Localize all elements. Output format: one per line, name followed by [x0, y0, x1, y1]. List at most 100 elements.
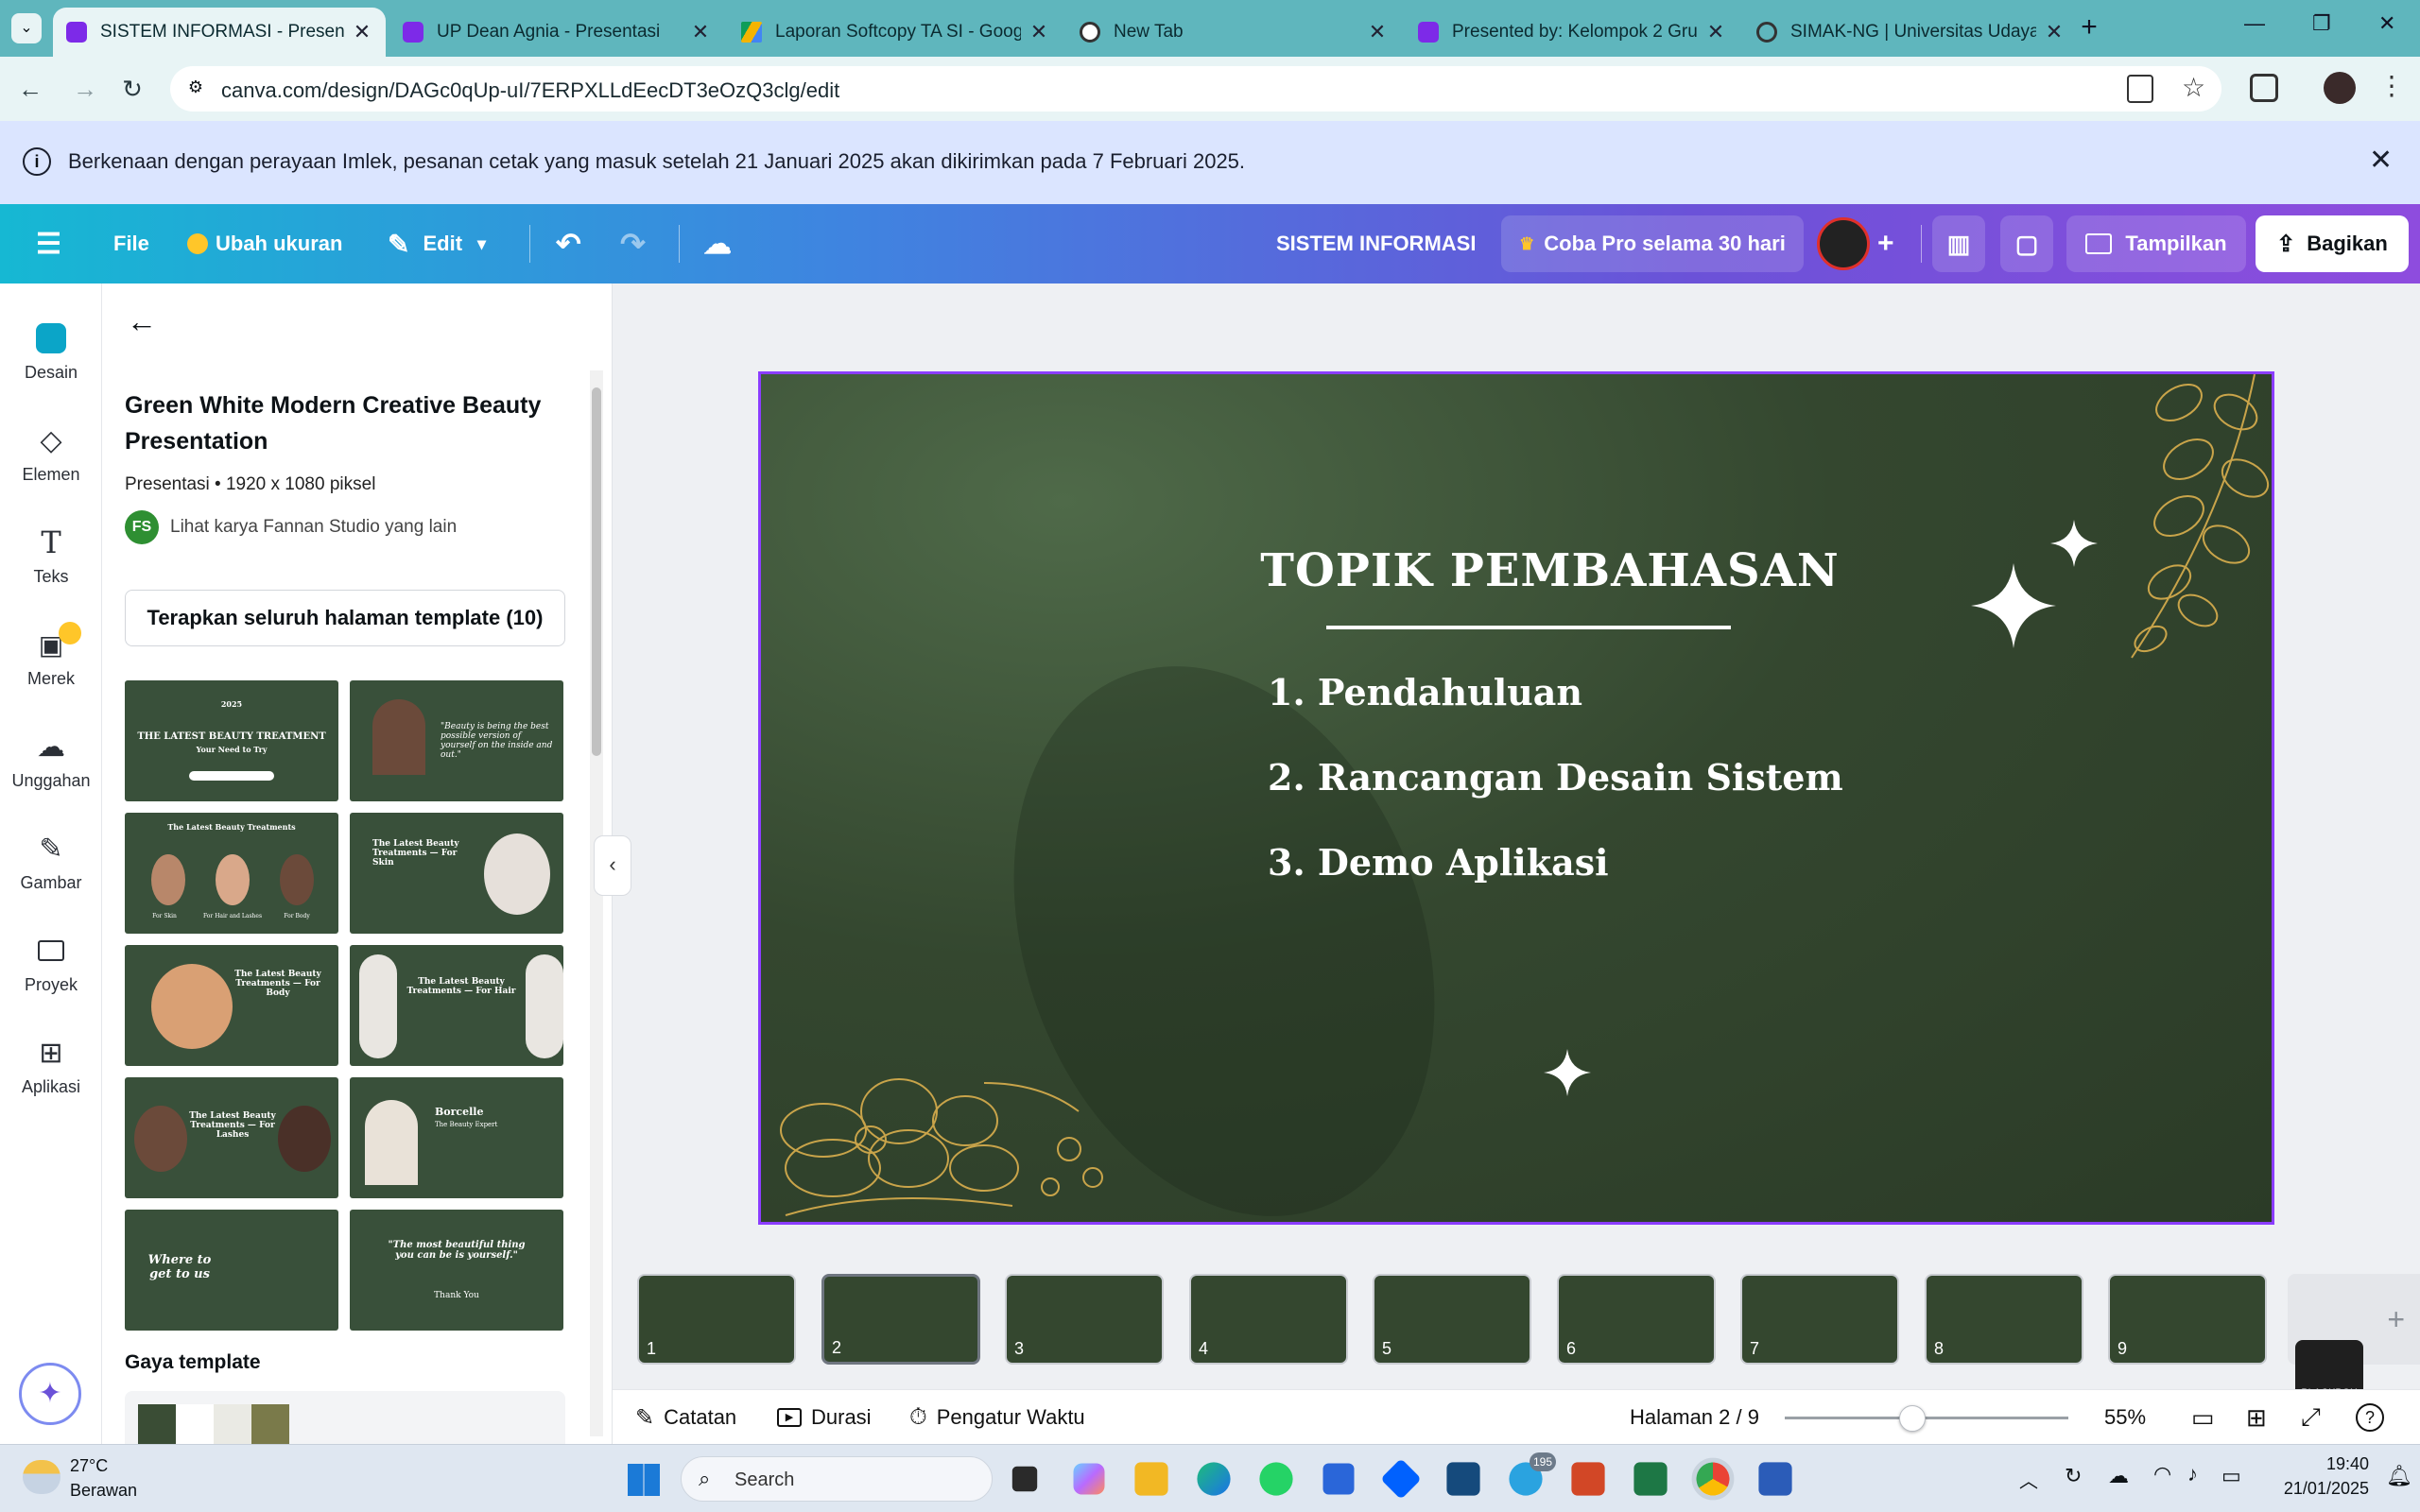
url-text[interactable]: canva.com/design/DAGc0qUp-uI/7ERPXLLdEec… [221, 78, 839, 103]
template-thumb-4[interactable]: The Latest Beauty Treatments — For Skin [350, 813, 563, 934]
panel-scrollbar[interactable] [590, 370, 603, 1436]
close-tab-icon[interactable]: ✕ [690, 20, 711, 44]
template-thumb-10[interactable]: "The most beautiful thing you can be is … [350, 1210, 563, 1331]
whatsapp-icon[interactable] [1259, 1462, 1293, 1496]
rail-draw[interactable]: ✎ Gambar [0, 820, 102, 915]
collapse-panel-button[interactable]: ‹ [594, 835, 631, 896]
zoom-slider-thumb[interactable] [1899, 1405, 1926, 1432]
template-thumb-2[interactable]: "Beauty is being the best possible versi… [350, 680, 563, 801]
template-thumb-3[interactable]: The Latest Beauty Treatments For Skin Fo… [125, 813, 338, 934]
file-menu[interactable]: File [113, 204, 149, 284]
weather-icon[interactable] [23, 1460, 60, 1494]
page-indicator[interactable]: Halaman 2 / 9 [1630, 1390, 1759, 1445]
clipboard-icon[interactable] [2127, 75, 2153, 103]
redo-icon[interactable]: ↷ [620, 204, 646, 284]
browser-menu-icon[interactable]: ⋮ [2378, 70, 2405, 101]
resize-button[interactable]: Ubah ukuran [187, 204, 342, 284]
help-icon[interactable]: ? [2356, 1390, 2384, 1445]
minimize-icon[interactable]: — [2244, 11, 2265, 36]
notification-bell-icon[interactable]: 🔔︎ [2386, 1464, 2412, 1488]
close-tab-icon[interactable]: ✕ [1367, 20, 1388, 44]
scrollbar-thumb[interactable] [592, 387, 601, 756]
template-thumb-5[interactable]: The Latest Beauty Treatments — For Body [125, 945, 338, 1066]
page-thumbnail-7[interactable]: 7 [1740, 1274, 1899, 1365]
duration-button[interactable]: ▶ Durasi [777, 1390, 872, 1445]
word-icon[interactable] [1758, 1462, 1792, 1496]
page-thumbnail-6[interactable]: 6 [1557, 1274, 1716, 1365]
copilot-icon[interactable] [1073, 1463, 1105, 1495]
user-avatar[interactable] [1817, 217, 1870, 270]
tray-sync-icon[interactable]: ↻ [2065, 1464, 2082, 1488]
chrome-taskbar-icon[interactable] [1691, 1457, 1735, 1501]
template-thumb-6[interactable]: The Latest Beauty Treatments — For Hair [350, 945, 563, 1066]
share-button[interactable]: ⇪ Bagikan [2256, 215, 2409, 272]
page-thumbnail-2[interactable]: 2 [821, 1274, 980, 1365]
tab-up-dean[interactable]: UP Dean Agnia - Presentasi ✕ [389, 8, 724, 57]
excel-icon[interactable] [1634, 1462, 1668, 1496]
style-swatch-card[interactable] [125, 1391, 565, 1444]
page-thumbnail-3[interactable]: 3 [1005, 1274, 1164, 1365]
grid-view-icon[interactable]: ⊞ [2246, 1390, 2267, 1445]
template-thumb-1[interactable]: 2025 THE LATEST BEAUTY TREATMENT Your Ne… [125, 680, 338, 801]
rail-elements[interactable]: ◇ Elemen [0, 412, 102, 507]
start-icon[interactable] [628, 1464, 660, 1496]
insights-button[interactable]: ▥ [1932, 215, 1985, 272]
tab-simak[interactable]: SIMAK-NG | Universitas Udayan ✕ [1743, 8, 2078, 57]
close-tab-icon[interactable]: ✕ [1028, 20, 1049, 44]
back-icon[interactable]: ← [13, 72, 47, 106]
edge-icon[interactable] [1197, 1462, 1231, 1496]
new-tab-button[interactable]: + [2072, 11, 2106, 45]
file-explorer-icon[interactable] [1134, 1462, 1168, 1496]
tab-search-button[interactable]: ⌄ [11, 13, 42, 43]
apply-all-button[interactable]: Terapkan seluruh halaman template (10) [125, 590, 565, 646]
rail-projects[interactable]: Proyek [0, 922, 102, 1017]
wifi-icon[interactable]: ◠ [2153, 1462, 2171, 1486]
tab-new-tab[interactable]: New Tab ✕ [1066, 8, 1401, 57]
template-thumb-9[interactable]: Where to get to us [125, 1210, 338, 1331]
fullscreen-icon[interactable]: ⤢ [2301, 1390, 2321, 1445]
back-arrow-icon[interactable]: ← [127, 304, 157, 339]
dropbox-icon[interactable] [1380, 1458, 1422, 1500]
battery-icon[interactable]: ▭ [2221, 1464, 2241, 1488]
slide-title[interactable]: TOPIK PEMBAHASAN [761, 544, 2272, 597]
notes-button[interactable]: ✎ Catatan [635, 1390, 736, 1445]
close-tab-icon[interactable]: ✕ [2044, 20, 2065, 44]
bookmark-star-icon[interactable]: ☆ [2182, 72, 2205, 103]
rail-text[interactable]: T Teks [0, 514, 102, 609]
tab-laporan[interactable]: Laporan Softcopy TA SI - Googl ✕ [728, 8, 1063, 57]
edit-menu[interactable]: ✎ Edit ▾ [388, 204, 486, 284]
close-window-icon[interactable]: ✕ [2378, 11, 2395, 36]
document-title[interactable]: SISTEM INFORMASI [1276, 204, 1476, 284]
profile-avatar[interactable] [2324, 72, 2356, 104]
site-info-icon[interactable]: ⚙ [183, 77, 208, 102]
taskbar-search[interactable]: ⌕ Search [681, 1456, 993, 1502]
magic-assistant-button[interactable]: ✦ [19, 1363, 81, 1425]
powerpoint-icon[interactable] [1571, 1462, 1605, 1496]
extensions-icon[interactable] [2250, 74, 2278, 102]
rail-brand[interactable]: ▣ Merek [0, 616, 102, 711]
tray-cloud-icon[interactable]: ☁ [2108, 1464, 2129, 1488]
slide-canvas[interactable]: TOPIK PEMBAHASAN 1. Pendahuluan 2. Ranca… [758, 371, 2274, 1225]
close-tab-icon[interactable]: ✕ [352, 20, 372, 44]
page-view-icon[interactable]: ▭ [2191, 1390, 2215, 1445]
tab-presented-by[interactable]: Presented by: Kelompok 2 Grup ✕ [1405, 8, 1739, 57]
zoom-level[interactable]: 55% [2104, 1390, 2146, 1445]
clock-date[interactable]: 21/01/2025 [2265, 1479, 2369, 1499]
template-thumb-7[interactable]: The Latest Beauty Treatments — For Lashe… [125, 1077, 338, 1198]
reload-icon[interactable]: ↻ [115, 72, 149, 106]
rail-uploads[interactable]: ☁ Unggahan [0, 718, 102, 813]
tray-chevron-icon[interactable]: ︿ [2019, 1466, 2038, 1493]
address-bar[interactable]: ⚙ canva.com/design/DAGc0qUp-uI/7ERPXLLdE… [170, 66, 2221, 112]
close-tab-icon[interactable]: ✕ [1705, 20, 1726, 44]
slide-item-2[interactable]: 2. Rancangan Desain Sistem [1268, 756, 1843, 799]
clock-time[interactable]: 19:40 [2284, 1454, 2369, 1474]
zoom-slider-track[interactable] [1785, 1417, 2068, 1419]
store-icon[interactable] [1322, 1463, 1355, 1495]
present-button[interactable]: Tampilkan [2066, 215, 2246, 272]
try-pro-button[interactable]: ♛ Coba Pro selama 30 hari [1501, 215, 1804, 272]
restore-icon[interactable]: ❐ [2312, 11, 2331, 36]
page-thumbnail-5[interactable]: 5 [1373, 1274, 1531, 1365]
rail-apps[interactable]: ⊞ Aplikasi [0, 1024, 102, 1119]
page-thumbnail-1[interactable]: 1 [637, 1274, 796, 1365]
task-view-icon[interactable] [1011, 1466, 1038, 1492]
